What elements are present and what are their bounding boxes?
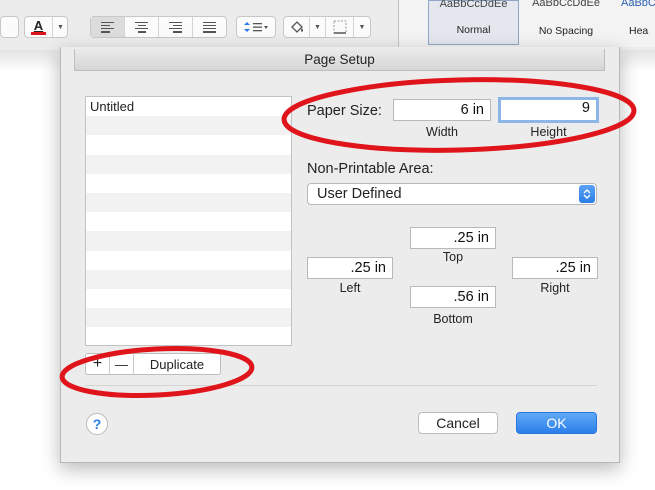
list-item [86,154,291,174]
style-no-spacing[interactable]: AaBbCcDdEe No Spacing [521,0,611,45]
bottom-caption: Bottom [433,312,473,326]
list-item [86,269,291,289]
paper-width-field[interactable]: 6 in [393,99,491,121]
separator [85,385,597,386]
margin-right-field[interactable]: .25 in [512,257,598,279]
font-color-group: A ▼ [24,16,68,38]
list-controls: + — Duplicate [85,353,221,375]
shading-dropdown[interactable]: ▼ [310,17,326,37]
line-spacing-group [236,16,276,38]
borders-button[interactable] [326,17,354,37]
list-item [86,327,291,345]
right-caption: Right [540,281,570,295]
font-color-letter: A [33,17,44,33]
list-item [86,289,291,308]
dialog-title: Page Setup [74,49,605,71]
chevron-down-icon: ▼ [314,23,321,31]
style-heading[interactable]: AaBbCcD Hea [621,0,655,45]
non-printable-label: Non-Printable Area: [307,161,434,177]
style-sample: AaBbCcDdEe [532,0,600,9]
paper-height-field[interactable]: 9 [498,97,599,123]
style-normal[interactable]: AaBbCcDdEe Normal [428,0,519,45]
help-button[interactable]: ? [86,413,108,435]
style-label: Hea [629,25,649,37]
margin-bottom-field[interactable]: .56 in [410,286,496,308]
top-caption: Top [442,250,464,264]
align-center-icon [135,21,148,33]
list-item[interactable]: Untitled [86,97,291,116]
width-caption: Width [426,125,458,139]
list-item [86,231,291,251]
font-color-bar [31,31,46,35]
list-item [86,135,291,154]
paint-bucket-icon [290,21,303,33]
list-item [86,308,291,328]
margin-top-field[interactable]: .25 in [410,227,496,249]
popup-arrows-icon [579,185,595,203]
align-left-button[interactable] [91,17,125,37]
alignment-group [90,16,227,38]
popup-value: User Defined [317,186,402,202]
toolbar-edge-group [0,16,19,38]
margin-left-field[interactable]: .25 in [307,257,393,279]
borders-dropdown[interactable]: ▼ [354,17,370,37]
style-label: No Spacing [538,25,594,37]
shading-button[interactable] [284,17,310,37]
ok-button[interactable]: OK [516,412,597,434]
plus-icon: + [92,355,103,372]
list-item [86,251,291,270]
align-center-button[interactable] [125,17,159,37]
non-printable-popup[interactable]: User Defined [307,183,597,205]
list-item [86,192,291,213]
line-spacing-button[interactable] [237,17,275,37]
duplicate-button[interactable]: Duplicate [134,354,220,374]
borders-icon [333,20,346,34]
style-label: Normal [456,24,491,36]
style-sample: AaBbCcD [621,0,655,9]
add-paper-button[interactable]: + [86,354,110,374]
align-right-button[interactable] [159,17,193,37]
list-item [86,212,291,231]
align-left-icon [101,21,114,33]
height-caption: Height [530,125,567,139]
line-spacing-icon [244,22,268,32]
justify-icon [203,21,216,33]
minus-icon: — [115,356,128,372]
shading-borders-group: ▼ ▼ [283,16,371,38]
chevron-down-icon: ▼ [358,23,366,31]
left-caption: Left [339,281,361,295]
align-right-icon [169,21,182,33]
cancel-button[interactable]: Cancel [418,412,498,434]
chevron-down-icon: ▼ [57,23,64,31]
remove-paper-button[interactable]: — [110,354,134,374]
duplicate-label: Duplicate [149,356,205,372]
justify-button[interactable] [193,17,226,37]
paper-size-label: Paper Size: [307,103,382,119]
font-color-button[interactable]: A [25,17,53,37]
list-item [86,116,291,136]
styles-gallery: AaBbCcDdEe Normal AaBbCcDdEe No Spacing … [398,0,655,47]
list-item [86,174,291,193]
font-color-dropdown[interactable]: ▼ [53,17,68,37]
style-sample: AaBbCcDdEe [439,0,508,10]
custom-paper-list[interactable]: Untitled [85,96,292,346]
word-toolbar: A ▼ ▼ ▼ AaBbCcDdEe Normal AaBbCcDdEe No … [0,0,655,50]
